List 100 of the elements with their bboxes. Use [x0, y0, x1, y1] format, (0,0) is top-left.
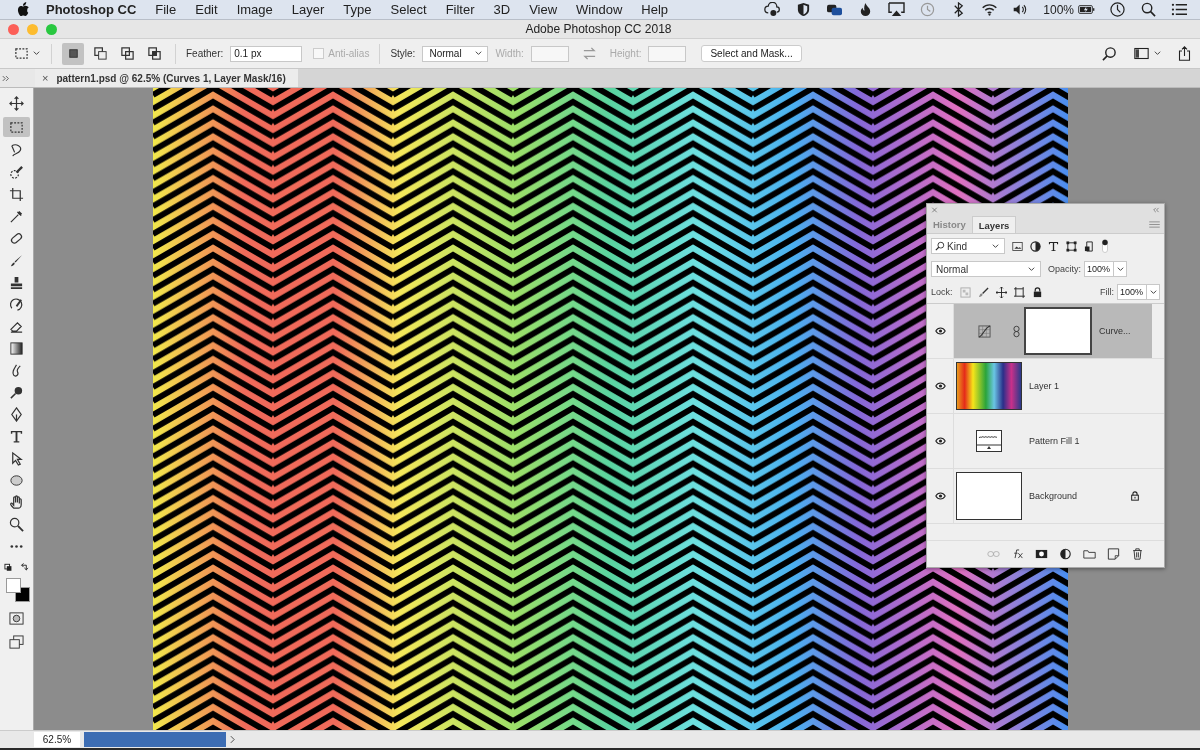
style-label: Style:	[390, 48, 416, 59]
chain-link-icon[interactable]	[1013, 324, 1020, 338]
caret-icon	[32, 49, 41, 58]
blend-mode-dropdown[interactable]: Normal	[931, 261, 1041, 277]
rectangle-marquee-icon	[9, 119, 24, 135]
expand-panels-icon[interactable]	[2, 74, 10, 82]
move-lock-icon[interactable]	[995, 286, 1007, 298]
search-icon[interactable]	[1140, 2, 1157, 17]
document-tab[interactable]: × pattern1.psd @ 62.5% (Curves 1, Layer Mask/16)	[35, 69, 298, 87]
menu-item[interactable]: Layer	[291, 2, 325, 17]
menu-item[interactable]: Help	[641, 2, 669, 17]
pen-nib-icon	[9, 407, 24, 422]
layer-thumbnail	[956, 472, 1022, 520]
layer-mask-thumbnail[interactable]	[1024, 307, 1092, 355]
shape-filter-icon[interactable]	[1066, 240, 1077, 252]
menu-item[interactable]: 3D	[493, 2, 511, 17]
fill-field[interactable]: 100%	[1117, 284, 1147, 300]
brush-lock-icon[interactable]	[977, 286, 989, 298]
clock-icon[interactable]	[1109, 2, 1126, 17]
swap-colors-icon[interactable]	[3, 563, 30, 573]
menu-item[interactable]: Filter	[445, 2, 475, 17]
gradient-square-icon	[9, 341, 24, 356]
menu-item[interactable]: Select	[390, 2, 427, 17]
add-mask-icon[interactable]	[1035, 548, 1048, 560]
lock-label: Lock:	[931, 287, 953, 297]
chat-bubbles-icon[interactable]	[826, 2, 844, 17]
search-icon	[935, 241, 945, 251]
folder-icon[interactable]	[1083, 548, 1096, 560]
list-menu-icon[interactable]	[1171, 2, 1188, 17]
curves-adjustment-icon	[978, 324, 991, 338]
height-field[interactable]	[648, 45, 687, 62]
subtract-selection-icon	[119, 46, 135, 61]
wifi-icon[interactable]	[981, 2, 999, 17]
layer-row[interactable]: Pattern Fill 1	[954, 414, 1152, 468]
eyedropper-icon	[9, 209, 24, 224]
effects-fx-icon[interactable]	[1011, 548, 1024, 560]
style-dropdown[interactable]: Normal	[422, 45, 489, 62]
layer-row[interactable]: Layer 1	[954, 359, 1152, 413]
panel-tab[interactable]: Layers	[971, 216, 1017, 233]
new-selection-button[interactable]	[62, 42, 84, 65]
eye-icon[interactable]	[934, 327, 946, 335]
screen-mode-icon[interactable]	[9, 635, 24, 650]
filter-toggle-icon[interactable]	[1102, 239, 1108, 253]
layer-row[interactable]: Curve...	[954, 304, 1152, 358]
type-filter-icon[interactable]	[1048, 240, 1059, 252]
share-icon[interactable]	[1177, 46, 1192, 61]
eye-icon[interactable]	[934, 382, 946, 390]
fill-label: Fill:	[1100, 287, 1114, 297]
layer-name: Curve...	[1099, 326, 1131, 336]
search-icon[interactable]	[1102, 46, 1117, 61]
document-tab-title: pattern1.psd @ 62.5% (Curves 1, Layer Mask/16)	[56, 72, 286, 84]
new-layer-icon[interactable]	[1107, 548, 1120, 560]
caret-icon	[1115, 264, 1125, 274]
workspace-switcher[interactable]	[1134, 46, 1162, 61]
lock-all-icon[interactable]	[1031, 286, 1043, 298]
menu-item[interactable]: View	[529, 2, 558, 17]
half-circle-filter-icon[interactable]	[1030, 240, 1041, 252]
cloud-check-icon[interactable]	[764, 2, 782, 17]
caret-icon	[474, 49, 484, 58]
feather-field[interactable]: 0.1 px	[230, 45, 303, 62]
airplay-icon[interactable]	[888, 2, 906, 17]
close-tab-button[interactable]: ×	[42, 72, 49, 84]
type-t-icon	[9, 429, 24, 444]
select-and-mask-button[interactable]: Select and Mask...	[701, 45, 802, 62]
menu-item[interactable]: Type	[343, 2, 372, 17]
quick-mask-icon[interactable]	[9, 611, 24, 626]
tool-preset-picker[interactable]	[14, 46, 41, 61]
eye-icon[interactable]	[934, 437, 946, 445]
color-swatches[interactable]	[3, 578, 30, 602]
filter-kind-dropdown[interactable]: Kind	[931, 238, 1005, 254]
eye-icon[interactable]	[934, 492, 946, 500]
apple-logo-icon[interactable]	[17, 2, 30, 17]
history-brush-icon	[9, 297, 24, 312]
caret-icon	[1148, 287, 1158, 297]
menu-item[interactable]: Window	[576, 2, 623, 17]
battery-percentage: 100%	[1043, 2, 1074, 17]
battery-charging-icon[interactable]	[1078, 2, 1095, 17]
smart-object-filter-icon[interactable]	[1084, 240, 1095, 252]
chevron-right-icon[interactable]	[230, 735, 235, 744]
height-label: Height:	[609, 48, 642, 59]
app-name-menu[interactable]: Photoshop CC	[46, 2, 137, 17]
artboard-lock-icon[interactable]	[1013, 286, 1025, 298]
window-title: Adobe Photoshop CC 2018	[524, 22, 673, 36]
image-filter-icon[interactable]	[1012, 240, 1023, 252]
menu-item[interactable]: Image	[236, 2, 273, 17]
width-field[interactable]	[530, 45, 569, 62]
hand-icon	[9, 495, 24, 510]
adjustment-layer-icon[interactable]	[1059, 548, 1072, 560]
zoom-level[interactable]: 62.5%	[34, 732, 80, 747]
zoom-icon	[9, 517, 24, 532]
trash-icon[interactable]	[1131, 548, 1144, 560]
menu-item[interactable]: Edit	[195, 2, 218, 17]
menu-item[interactable]: File	[155, 2, 177, 17]
caret-icon	[991, 241, 1000, 251]
brush-icon	[9, 253, 24, 268]
feather-label: Feather:	[186, 48, 224, 59]
opacity-field[interactable]: 100%	[1084, 261, 1114, 277]
stamp-icon	[9, 275, 24, 290]
rectangle-marquee-tool[interactable]	[3, 117, 30, 137]
layer-row[interactable]: Background	[954, 469, 1152, 523]
